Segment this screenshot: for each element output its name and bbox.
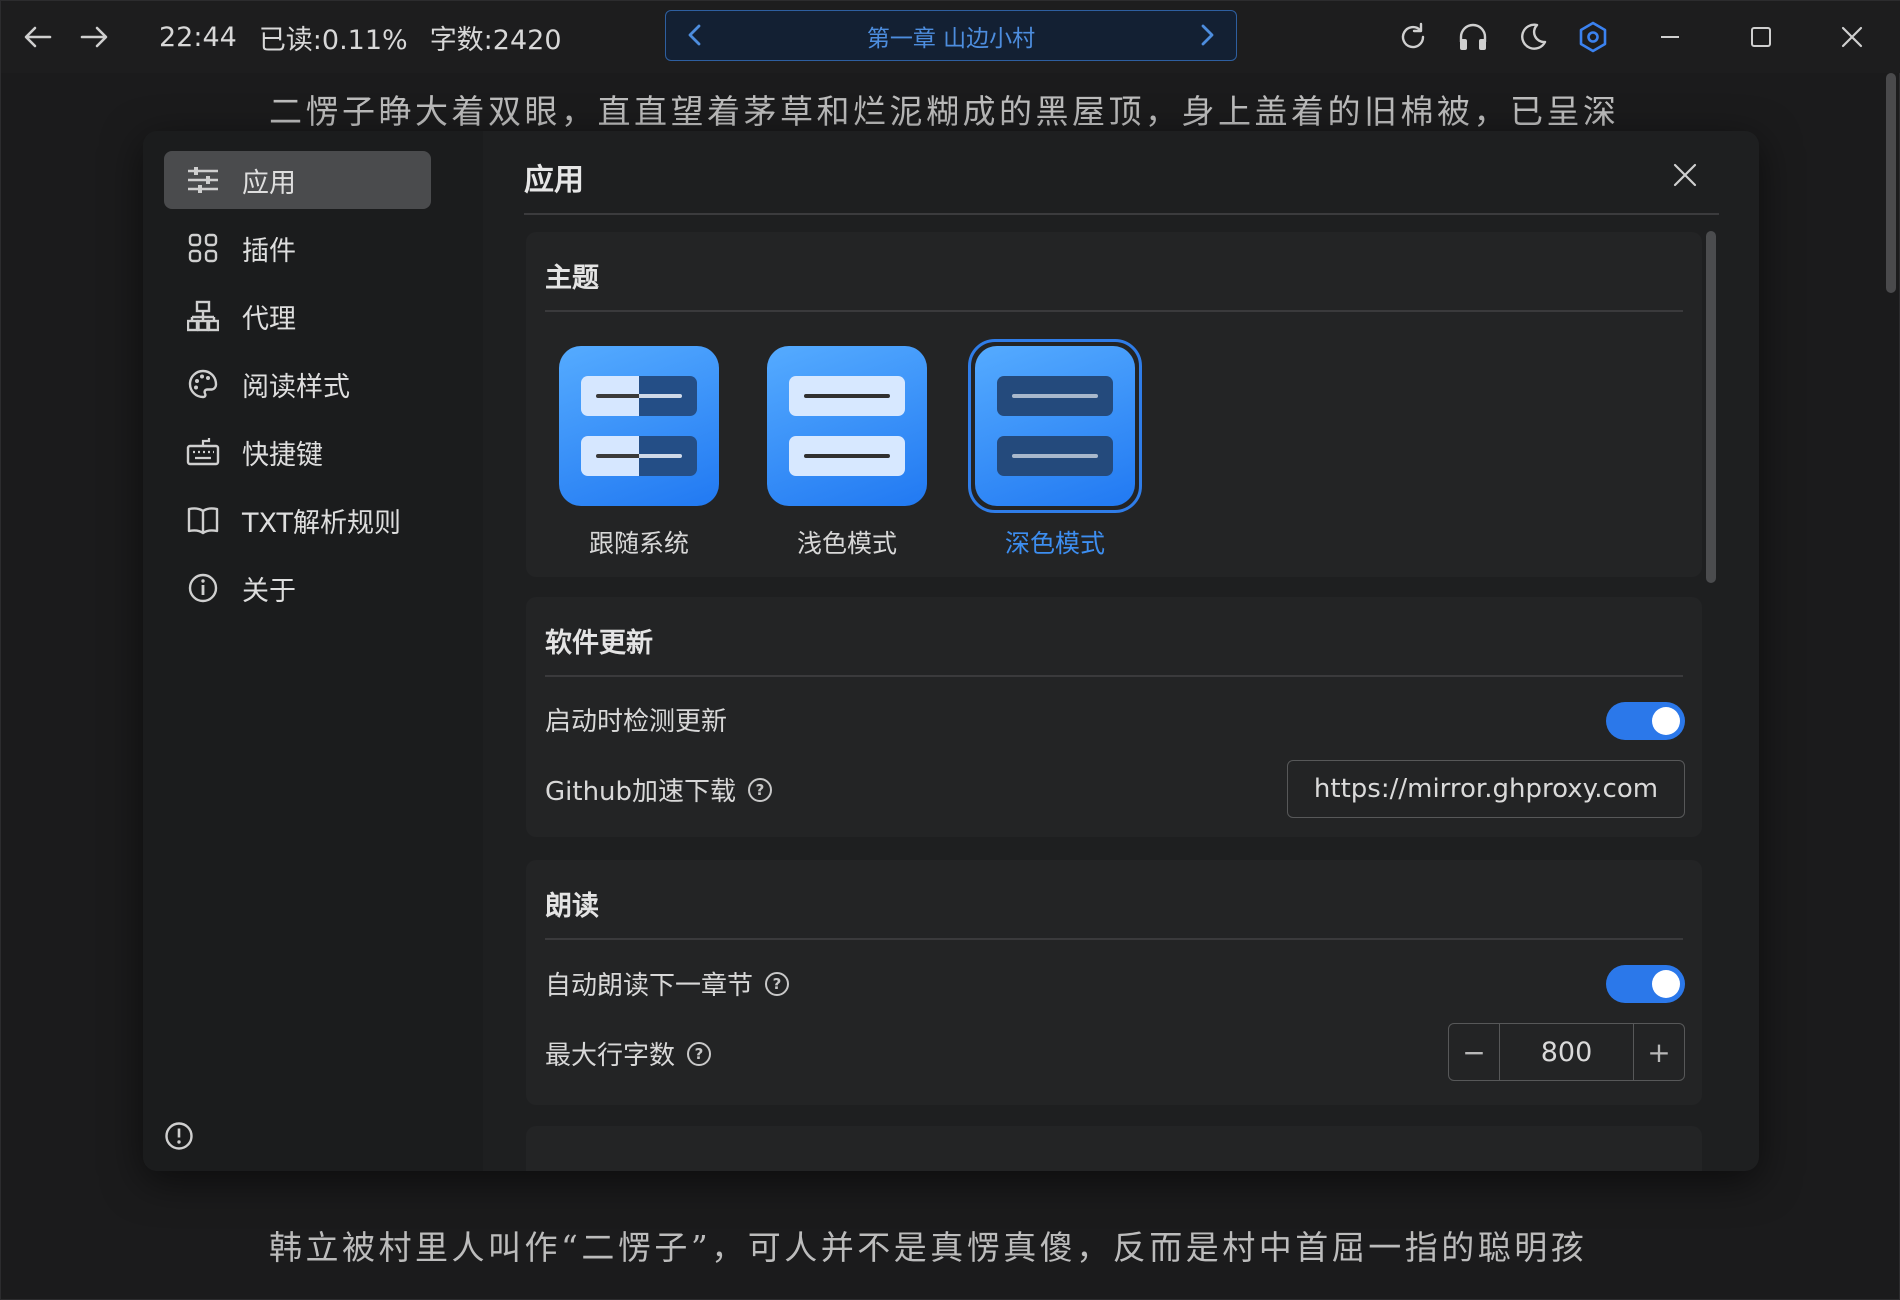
reader-scrollbar[interactable] [1886,73,1896,293]
sliders-icon [186,163,220,197]
headphones-icon[interactable] [1448,1,1498,73]
help-icon[interactable]: ? [748,777,773,802]
section-heading: 朗读 [545,891,599,922]
page-title: 应用 [524,163,584,198]
theme-dark-icon [975,346,1135,506]
info-icon [186,571,220,605]
sidebar-item-label: TXT解析规则 [242,507,402,539]
reader-text-line: 韩立被村里人叫作“二愣子”，可人并不是真愣真傻，反而是村中首屈一指的聪明孩 [269,1228,1588,1267]
section-heading: 软件更新 [545,628,653,659]
reading-status: 22:44 已读:0.11% 字数:2420 [159,1,562,73]
divider [524,213,1719,215]
maximize-icon[interactable] [1736,1,1786,73]
check-update-row: 启动时检测更新 [545,701,727,738]
sidebar-item-label: 插件 [242,235,296,267]
chapter-title[interactable]: 第一章 山边小村 [867,19,1035,53]
chapter-nav: 第一章 山边小村 [665,10,1237,61]
theme-option-label: 浅色模式 [796,529,897,558]
reader-text-line: 二愣子睁大着双眼，直直望着茅草和烂泥糊成的黑屋顶，身上盖着的旧棉被，已呈深 [269,92,1620,131]
help-icon[interactable]: ? [765,971,790,996]
sidebar-item-proxy[interactable]: 代理 [164,287,431,345]
sidebar-item-label: 代理 [242,303,296,335]
theme-option-system[interactable]: 跟随系统 [559,346,719,560]
github-label: Github加速下载 [545,777,737,807]
read-aloud-card: 朗读 自动朗读下一章节 ? 最大行字数 ? − 800 + [526,860,1702,1105]
grid-icon [186,231,220,265]
sidebar-item-shortcuts[interactable]: 快捷键 [164,423,431,481]
network-icon [186,299,220,333]
sidebar-item-app[interactable]: 应用 [164,151,431,209]
theme-light-icon [767,346,927,506]
divider [545,938,1683,940]
theme-option-light[interactable]: 浅色模式 [767,346,927,560]
max-chars-value[interactable]: 800 [1499,1024,1634,1080]
sidebar-item-label: 快捷键 [242,439,323,471]
read-progress: 已读:0.11% [258,24,408,56]
settings-dialog: 应用 插件 代理 阅读样式 快捷键 TXT解析规则 关于 应用 主题 跟随系统 … [143,131,1759,1171]
theme-card: 主题 跟随系统 浅色模式 深色模式 [526,232,1702,577]
palette-icon [186,367,220,401]
divider [545,310,1683,312]
theme-system-icon [559,346,719,506]
help-icon[interactable]: ? [687,1041,712,1066]
refresh-icon[interactable] [1388,1,1438,73]
divider [545,675,1683,677]
close-dialog-icon[interactable] [1663,153,1707,197]
sidebar-item-label: 阅读样式 [242,371,350,403]
close-window-icon[interactable] [1827,1,1877,73]
settings-content: 应用 主题 跟随系统 浅色模式 深色模式 软件更新 启动时检测更新 Github… [523,131,1759,1171]
github-row: Github加速下载 ? [545,771,773,808]
check-update-toggle[interactable] [1606,702,1685,740]
book-icon [186,503,220,537]
next-card [526,1126,1702,1171]
settings-sidebar: 应用 插件 代理 阅读样式 快捷键 TXT解析规则 关于 [143,131,483,1171]
prev-chapter-icon[interactable] [670,11,720,59]
toggle-knob [1652,707,1680,735]
update-card: 软件更新 启动时检测更新 Github加速下载 ? https://mirror… [526,597,1702,837]
reader-window: 22:44 已读:0.11% 字数:2420 第一章 山边小村 二愣子睁大着双眼… [0,0,1900,1300]
moon-icon[interactable] [1508,1,1558,73]
sidebar-item-label: 应用 [242,167,296,199]
theme-option-label: 深色模式 [1004,529,1105,558]
next-chapter-icon[interactable] [1182,11,1232,59]
settings-scrollbar[interactable] [1706,231,1716,583]
decrement-button[interactable]: − [1449,1024,1499,1080]
max-chars-label: 最大行字数 [545,1041,676,1071]
max-chars-stepper: − 800 + [1448,1023,1685,1081]
theme-option-dark[interactable]: 深色模式 [968,339,1142,560]
check-update-label: 启动时检测更新 [545,707,728,737]
minimize-icon[interactable] [1645,1,1695,73]
sidebar-item-label: 关于 [242,575,296,607]
title-bar: 22:44 已读:0.11% 字数:2420 第一章 山边小村 [1,1,1900,73]
theme-option-label: 跟随系统 [588,529,689,558]
keyboard-icon [186,435,220,469]
max-chars-row: 最大行字数 ? [545,1035,712,1072]
github-mirror-input[interactable]: https://mirror.ghproxy.com [1287,760,1685,818]
alert-circle-icon[interactable] [164,1121,194,1151]
forward-arrow-icon[interactable] [69,1,119,73]
auto-next-toggle[interactable] [1606,965,1685,1003]
sidebar-item-about[interactable]: 关于 [164,559,431,617]
auto-next-label: 自动朗读下一章节 [545,971,754,1001]
increment-button[interactable]: + [1634,1024,1684,1080]
word-count: 字数:2420 [429,24,562,56]
section-heading: 主题 [545,263,599,294]
clock: 22:44 [159,21,237,53]
toggle-knob [1652,970,1680,998]
auto-next-row: 自动朗读下一章节 ? [545,965,790,1002]
sidebar-item-plugins[interactable]: 插件 [164,219,431,277]
settings-gear-icon[interactable] [1568,1,1618,73]
back-arrow-icon[interactable] [13,1,63,73]
sidebar-item-txt-rules[interactable]: TXT解析规则 [164,491,431,549]
sidebar-item-reading-style[interactable]: 阅读样式 [164,355,431,413]
